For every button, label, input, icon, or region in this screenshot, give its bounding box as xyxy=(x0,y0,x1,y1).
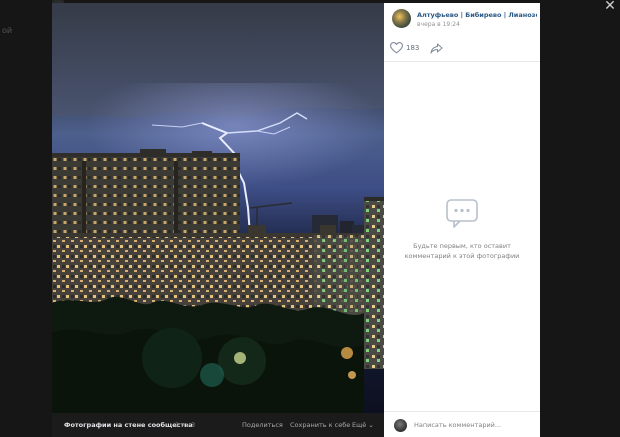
share-photo-button[interactable]: Поделиться xyxy=(242,421,283,429)
photo-viewer: Фотографии на стене сообщества 1 из 3 По… xyxy=(52,3,540,437)
comments-bubble-icon xyxy=(446,199,478,228)
album-link[interactable]: Фотографии на стене сообщества xyxy=(64,421,193,429)
background-ghost-text: ой xyxy=(2,26,13,35)
post-actions: 183 xyxy=(384,35,540,62)
group-avatar[interactable] xyxy=(392,9,411,28)
more-menu-button[interactable]: Ещё ⌄ xyxy=(352,421,374,429)
close-icon[interactable]: ✕ xyxy=(602,0,618,14)
likes-count: 183 xyxy=(406,44,420,52)
heart-icon[interactable] xyxy=(390,42,403,54)
comment-bar xyxy=(384,411,540,437)
side-panel: Алтуфьево | Бибирево | Лианозово ... вче… xyxy=(384,3,540,437)
user-avatar xyxy=(394,419,407,432)
photo[interactable] xyxy=(52,3,384,413)
comments-empty-text: Будьте первым, кто оставит комментарий к… xyxy=(404,242,520,260)
more-menu-label: Ещё xyxy=(352,421,367,429)
chevron-down-icon: ⌄ xyxy=(368,421,374,429)
comment-input[interactable] xyxy=(414,418,534,432)
post-time[interactable]: вчера в 19:24 xyxy=(417,21,460,28)
group-name-link[interactable]: Алтуфьево | Бибирево | Лианозово ... xyxy=(417,11,537,19)
photo-bottombar: Фотографии на стене сообщества 1 из 3 По… xyxy=(52,413,384,437)
photo-image xyxy=(52,3,384,413)
photo-counter: 1 из 3 xyxy=(175,421,196,429)
save-photo-button[interactable]: Сохранить к себе xyxy=(290,421,350,429)
share-arrow-icon[interactable] xyxy=(430,43,443,54)
post-header: Алтуфьево | Бибирево | Лианозово ... вче… xyxy=(384,3,540,33)
